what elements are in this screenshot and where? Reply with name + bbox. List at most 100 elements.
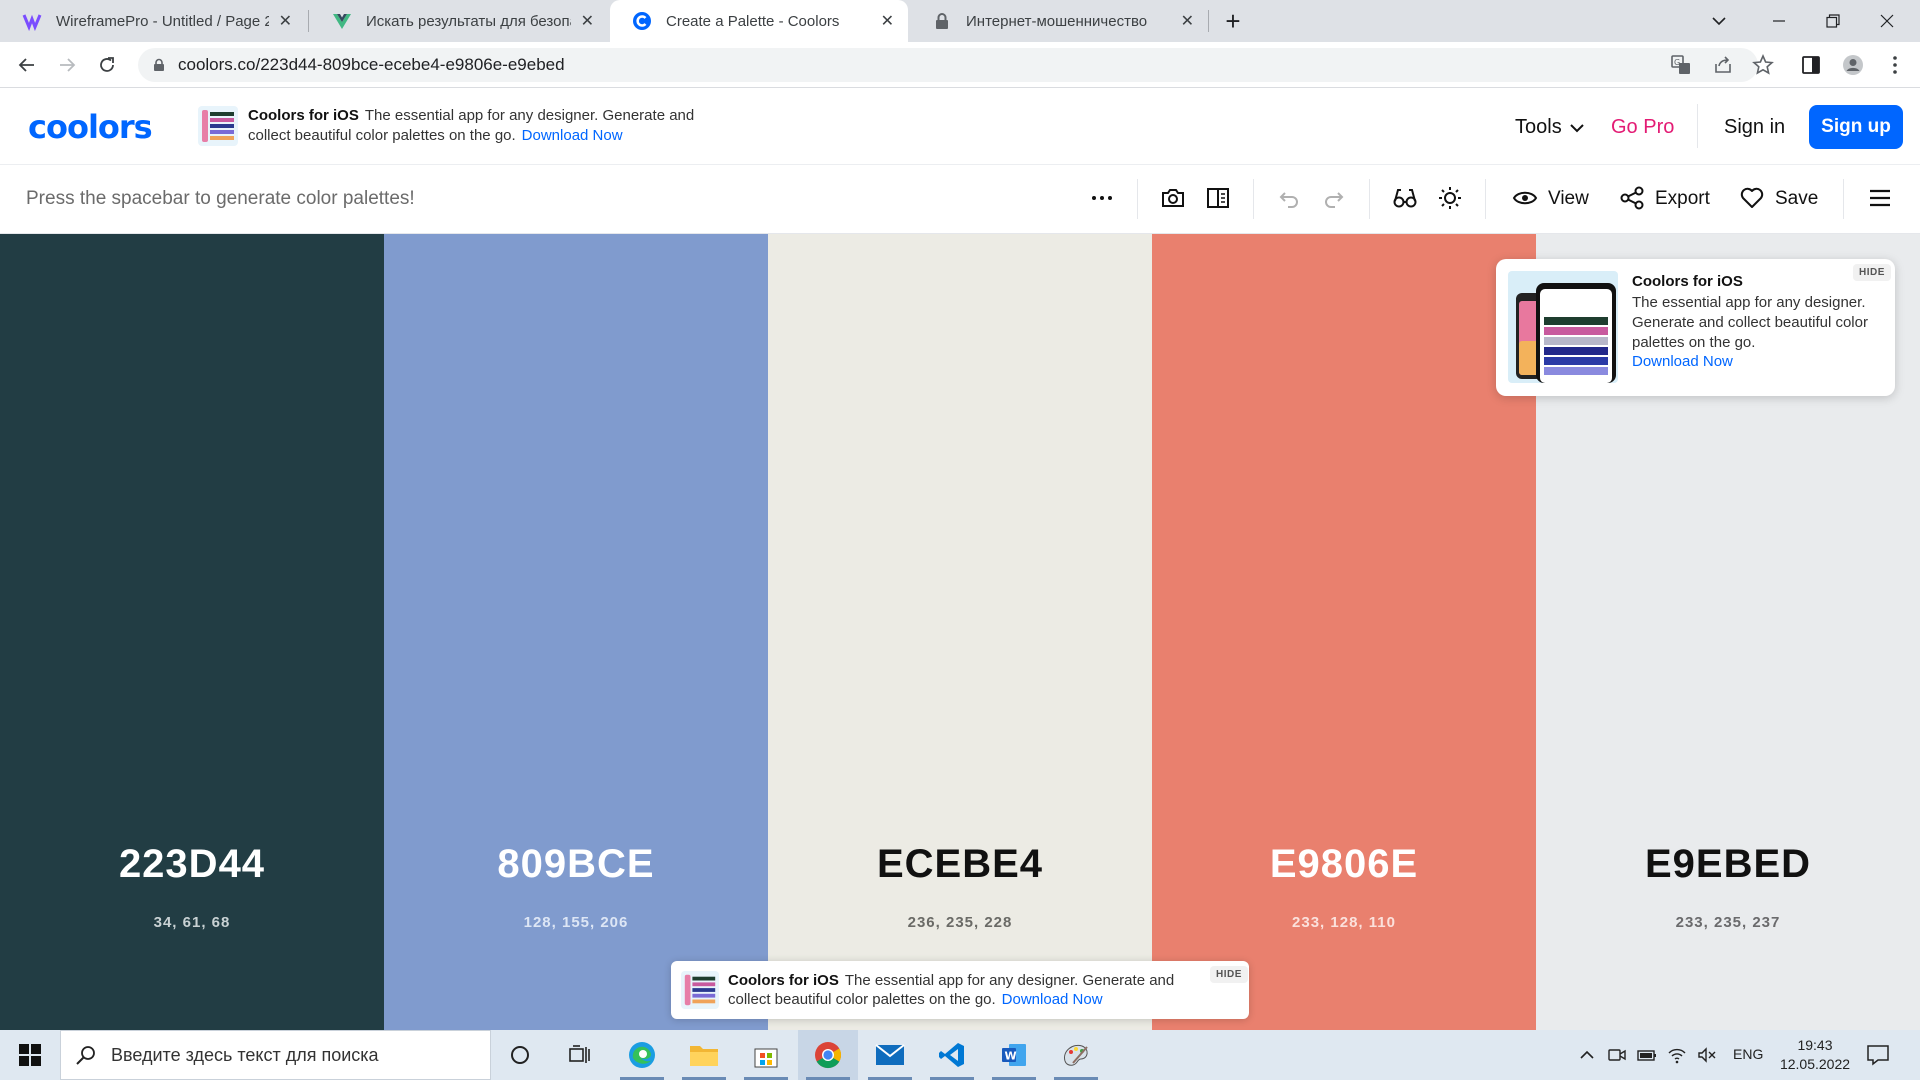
meet-now-camera-icon[interactable] <box>1607 1045 1627 1065</box>
hamburger-menu-icon[interactable] <box>1867 185 1893 211</box>
tab-search[interactable]: Искать результаты для безопасн ✕ <box>310 0 608 42</box>
brightness-sun-icon[interactable] <box>1437 185 1463 211</box>
cortana-icon[interactable] <box>490 1030 550 1080</box>
color-rgb-value: 233, 235, 237 <box>1675 914 1781 931</box>
tab-close-icon[interactable]: ✕ <box>581 11 594 31</box>
volume-muted-icon[interactable] <box>1697 1045 1717 1065</box>
taskbar-search-box[interactable]: Введите здесь текст для поиска <box>60 1030 491 1080</box>
tab-search-dropdown-icon[interactable] <box>1696 0 1742 42</box>
clock-date: 12.05.2022 <box>1779 1056 1851 1072</box>
color-hex-code[interactable]: 809BCE <box>384 842 768 887</box>
color-column-1[interactable]: 223D44 34, 61, 68 <box>0 234 384 1030</box>
start-button[interactable] <box>0 1030 60 1080</box>
toolbar-divider <box>1369 179 1370 219</box>
color-rgb-value: 128, 155, 206 <box>523 914 629 931</box>
chrome-icon[interactable] <box>798 1030 858 1080</box>
secure-lock-icon <box>154 58 164 71</box>
minimize-icon[interactable] <box>1756 0 1802 42</box>
close-window-icon[interactable] <box>1864 0 1910 42</box>
color-column-2[interactable]: 809BCE 128, 155, 206 <box>384 234 768 1030</box>
restore-icon[interactable] <box>1810 0 1856 42</box>
hide-promo-button[interactable]: HIDE <box>1210 966 1248 983</box>
camera-icon[interactable] <box>1160 185 1186 211</box>
windows-taskbar: Введите здесь текст для поиска W ENG 19:… <box>0 1030 1920 1080</box>
task-view-icon[interactable] <box>550 1030 610 1080</box>
toolbar-divider <box>1253 179 1254 219</box>
browser-toolbar: coolors.co/223d44-809bce-ecebe4-e9806e-e… <box>0 42 1920 88</box>
promo-download-link[interactable]: Download Now <box>1002 991 1103 1008</box>
color-hex-code[interactable]: ECEBE4 <box>768 842 1152 887</box>
notifications-icon[interactable] <box>1866 1043 1890 1067</box>
translate-icon[interactable]: G <box>1670 54 1692 76</box>
hide-card-button[interactable]: HIDE <box>1853 264 1891 281</box>
tab-wireframepro[interactable]: WireframePro - Untitled / Page 2 ✕ <box>0 0 306 42</box>
battery-icon[interactable] <box>1637 1045 1657 1065</box>
taskbar-search-placeholder: Введите здесь текст для поиска <box>111 1044 379 1065</box>
promo-title: Coolors for iOS <box>248 107 359 124</box>
color-column-3[interactable]: ECEBE4 236, 235, 228 <box>768 234 1152 1030</box>
view-button[interactable]: View <box>1548 188 1589 210</box>
word-icon[interactable]: W <box>984 1030 1044 1080</box>
mail-icon[interactable] <box>860 1030 920 1080</box>
input-language-indicator[interactable]: ENG <box>1733 1046 1763 1062</box>
coolors-logo[interactable]: coolors <box>28 108 153 146</box>
taskbar-clock[interactable]: 19:43 12.05.2022 <box>1770 1036 1860 1074</box>
palette-toolbar: Press the spacebar to generate color pal… <box>0 165 1920 234</box>
tools-label: Tools <box>1515 116 1562 138</box>
redo-icon[interactable] <box>1321 185 1347 211</box>
tab-title: WireframePro - Untitled / Page 2 <box>56 12 269 30</box>
export-share-icon[interactable] <box>1619 185 1645 211</box>
share-icon[interactable] <box>1712 54 1734 76</box>
chevron-down-icon <box>1569 123 1584 132</box>
ios-card-body: The essential app for any designer. Gene… <box>1632 294 1868 351</box>
file-explorer-icon[interactable] <box>674 1030 734 1080</box>
bookmark-star-icon[interactable] <box>1752 54 1774 76</box>
browser-menu-icon[interactable] <box>1884 54 1906 76</box>
save-button[interactable]: Save <box>1775 188 1818 210</box>
toolbar-divider <box>1137 179 1138 219</box>
color-blindness-glasses-icon[interactable] <box>1392 185 1418 211</box>
site-header: coolors Coolors for iOS The essential app… <box>0 88 1920 165</box>
eye-icon[interactable] <box>1512 185 1538 211</box>
compare-view-icon[interactable] <box>1205 185 1231 211</box>
wifi-icon[interactable] <box>1667 1045 1687 1065</box>
color-hex-code[interactable]: E9EBED <box>1536 842 1920 887</box>
sign-in-link[interactable]: Sign in <box>1724 116 1785 139</box>
color-hex-code[interactable]: 223D44 <box>0 842 384 887</box>
new-tab-button[interactable]: + <box>1210 0 1256 42</box>
forward-icon[interactable] <box>52 50 82 80</box>
tools-menu[interactable]: Tools <box>1515 116 1584 139</box>
address-bar[interactable]: coolors.co/223d44-809bce-ecebe4-e9806e-e… <box>138 48 1758 82</box>
export-button[interactable]: Export <box>1655 188 1710 210</box>
spacebar-hint: Press the spacebar to generate color pal… <box>26 188 415 209</box>
ios-card-download-link[interactable]: Download Now <box>1632 353 1733 370</box>
color-hex-code[interactable]: E9806E <box>1152 842 1536 887</box>
tab-close-icon[interactable]: ✕ <box>279 11 292 31</box>
sign-up-button[interactable]: Sign up <box>1809 105 1903 149</box>
more-options-icon[interactable] <box>1089 185 1115 211</box>
show-hidden-icons-chevron-icon[interactable] <box>1577 1045 1597 1065</box>
tab-title: Искать результаты для безопасн <box>366 12 571 30</box>
coolors-favicon-icon <box>633 12 651 30</box>
tab-coolors[interactable]: Create a Palette - Coolors ✕ <box>610 0 908 42</box>
edge-browser-icon[interactable] <box>612 1030 672 1080</box>
toolbar-divider <box>1485 179 1486 219</box>
reload-icon[interactable] <box>92 50 122 80</box>
side-panel-icon[interactable] <box>1800 54 1822 76</box>
microsoft-store-icon[interactable] <box>736 1030 796 1080</box>
color-column-4[interactable]: E9806E 233, 128, 110 <box>1152 234 1536 1030</box>
windows-logo-icon <box>19 1044 41 1066</box>
paint-icon[interactable] <box>1046 1030 1106 1080</box>
tab-fraud[interactable]: Интернет-мошенничество ✕ <box>910 0 1208 42</box>
color-rgb-value: 233, 128, 110 <box>1292 914 1396 931</box>
tab-close-icon[interactable]: ✕ <box>1181 11 1194 31</box>
vscode-icon[interactable] <box>922 1030 982 1080</box>
undo-icon[interactable] <box>1276 185 1302 211</box>
bottom-promo-text: Coolors for iOS The essential app for any… <box>728 971 1198 1009</box>
go-pro-link[interactable]: Go Pro <box>1611 116 1674 139</box>
profile-avatar-icon[interactable] <box>1842 54 1864 76</box>
tab-close-icon[interactable]: ✕ <box>881 11 894 31</box>
back-icon[interactable] <box>12 50 42 80</box>
promo-download-link[interactable]: Download Now <box>522 127 623 144</box>
heart-icon[interactable] <box>1739 185 1765 211</box>
